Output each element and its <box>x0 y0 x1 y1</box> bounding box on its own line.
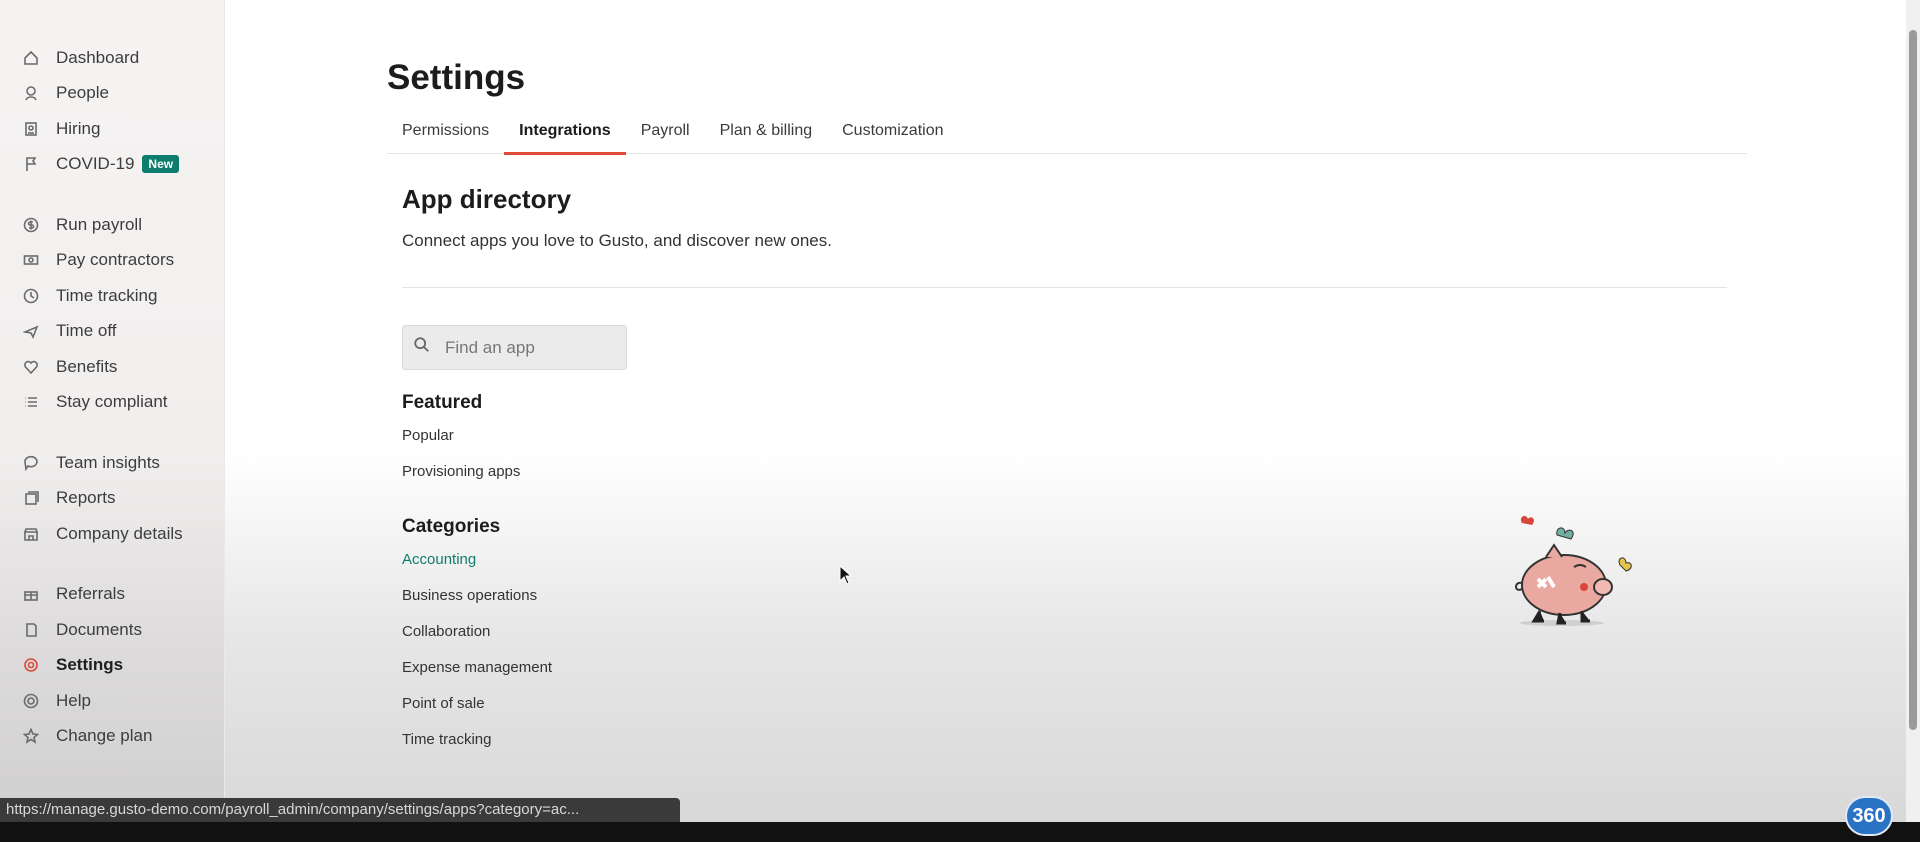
chat-icon <box>22 454 40 472</box>
sidebar-item-help[interactable]: Help <box>0 683 224 719</box>
cash-icon <box>22 251 40 269</box>
sidebar-item-label: Hiring <box>56 118 101 138</box>
sidebar-item-dashboard[interactable]: Dashboard <box>0 40 224 76</box>
sidebar-item-label: Stay compliant <box>56 392 168 412</box>
sidebar-item-covid-19[interactable]: COVID-19 New <box>0 147 224 183</box>
filter-link-expense-management[interactable]: Expense management <box>402 656 552 692</box>
help-icon <box>22 692 40 710</box>
sidebar-group: Referrals Documents Settings Help Change pla… <box>0 577 224 755</box>
category-filters: Categories Accounting Business operations… <box>402 516 552 764</box>
bottom-bar <box>0 822 1920 842</box>
piggy-bank-illustration <box>1515 516 1632 626</box>
sidebar-item-label: Dashboard <box>56 47 140 67</box>
sidebar-group: Run payroll Pay contractors Time tracking T… <box>0 207 224 420</box>
reports-icon <box>22 489 40 507</box>
sidebar-item-label: Company details <box>56 523 183 543</box>
plane-icon <box>22 322 40 340</box>
sidebar-item-time-tracking[interactable]: Time tracking <box>0 278 224 314</box>
app-directory-section: App directory Connect apps you love to G… <box>402 184 1732 288</box>
search-box[interactable] <box>402 325 627 370</box>
featured-heading: Featured <box>402 392 483 413</box>
sidebar-item-label: Settings <box>56 655 124 675</box>
sidebar-item-hiring[interactable]: Hiring <box>0 111 224 147</box>
document-icon <box>22 621 40 639</box>
tab-plan-billing[interactable]: Plan & billing <box>705 118 828 154</box>
filter-link-accounting[interactable]: Accounting <box>402 548 552 584</box>
flag-icon <box>22 155 40 173</box>
sidebar-item-pay-contractors[interactable]: Pay contractors <box>0 243 224 279</box>
app-window: Dashboard People Hiring COVID-19 New Run payr… <box>0 0 1920 822</box>
divider <box>402 287 1727 288</box>
star-icon <box>22 727 40 745</box>
sidebar-item-label: Documents <box>56 619 142 639</box>
sidebar-item-label: Team insights <box>56 452 160 472</box>
search-icon <box>413 336 431 359</box>
sidebar-item-people[interactable]: People <box>0 76 224 112</box>
sidebar-item-label: People <box>56 83 109 103</box>
watermark-logo: 360 <box>1845 796 1893 836</box>
sidebar-group: Dashboard People Hiring COVID-19 New <box>0 40 224 182</box>
tab-payroll[interactable]: Payroll <box>626 118 705 154</box>
featured-filters: Featured Popular Provisioning apps <box>402 392 520 496</box>
sidebar-item-team-insights[interactable]: Team insights <box>0 445 224 481</box>
tab-customization[interactable]: Customization <box>827 118 958 154</box>
gift-icon <box>22 585 40 603</box>
page-title: Settings <box>387 58 526 97</box>
section-title: App directory <box>402 184 572 214</box>
sidebar-item-reports[interactable]: Reports <box>0 481 224 517</box>
hiring-icon <box>22 120 40 138</box>
tab-permissions[interactable]: Permissions <box>387 118 504 154</box>
scrollbar-thumb[interactable] <box>1909 30 1917 730</box>
filter-link-provisioning-apps[interactable]: Provisioning apps <box>402 460 520 496</box>
people-icon <box>22 84 40 102</box>
clock-icon <box>22 287 40 305</box>
categories-heading: Categories <box>402 516 501 537</box>
filter-link-business-operations[interactable]: Business operations <box>402 584 552 620</box>
building-icon <box>22 525 40 543</box>
sidebar-group: Team insights Reports Company details <box>0 445 224 552</box>
filter-link-popular[interactable]: Popular <box>402 424 520 460</box>
section-description: Connect apps you love to Gusto, and disc… <box>402 231 832 250</box>
filter-link-point-of-sale[interactable]: Point of sale <box>402 692 552 728</box>
sidebar-item-referrals[interactable]: Referrals <box>0 577 224 613</box>
new-badge: New <box>142 155 180 174</box>
sidebar-item-stay-compliant[interactable]: Stay compliant <box>0 385 224 421</box>
sidebar-item-label: Change plan <box>56 726 153 746</box>
sidebar-item-label: Benefits <box>56 356 118 376</box>
sidebar: Dashboard People Hiring COVID-19 New Run payr… <box>0 0 225 822</box>
scrollbar[interactable] <box>1906 0 1920 822</box>
filter-link-time-tracking[interactable]: Time tracking <box>402 728 552 764</box>
dollar-icon <box>22 216 40 234</box>
heart-icon <box>22 358 40 376</box>
sidebar-item-label: Referrals <box>56 584 125 604</box>
sidebar-item-label: Reports <box>56 488 116 508</box>
search-input[interactable] <box>445 337 615 358</box>
list-icon <box>22 393 40 411</box>
sidebar-item-settings[interactable]: Settings <box>0 648 224 684</box>
sidebar-item-label: Run payroll <box>56 214 142 234</box>
sidebar-item-label: Time off <box>56 321 117 341</box>
sidebar-item-label: COVID-19 <box>56 154 135 174</box>
sidebar-item-benefits[interactable]: Benefits <box>0 349 224 385</box>
home-icon <box>22 49 40 67</box>
sidebar-item-documents[interactable]: Documents <box>0 612 224 648</box>
sidebar-item-company-details[interactable]: Company details <box>0 516 224 552</box>
mouse-pointer-icon <box>839 565 853 585</box>
tab-integrations[interactable]: Integrations <box>504 118 626 155</box>
sidebar-item-time-off[interactable]: Time off <box>0 314 224 350</box>
filter-link-collaboration[interactable]: Collaboration <box>402 620 552 656</box>
sidebar-item-label: Help <box>56 690 91 710</box>
sidebar-item-run-payroll[interactable]: Run payroll <box>0 207 224 243</box>
status-url-bar: https://manage.gusto-demo.com/payroll_ad… <box>0 798 680 822</box>
sidebar-item-change-plan[interactable]: Change plan <box>0 719 224 755</box>
sidebar-item-label: Pay contractors <box>56 250 175 270</box>
sidebar-item-label: Time tracking <box>56 285 158 305</box>
gear-icon <box>22 656 40 674</box>
settings-tabs: Permissions Integrations Payroll Plan & bil… <box>387 118 1747 155</box>
